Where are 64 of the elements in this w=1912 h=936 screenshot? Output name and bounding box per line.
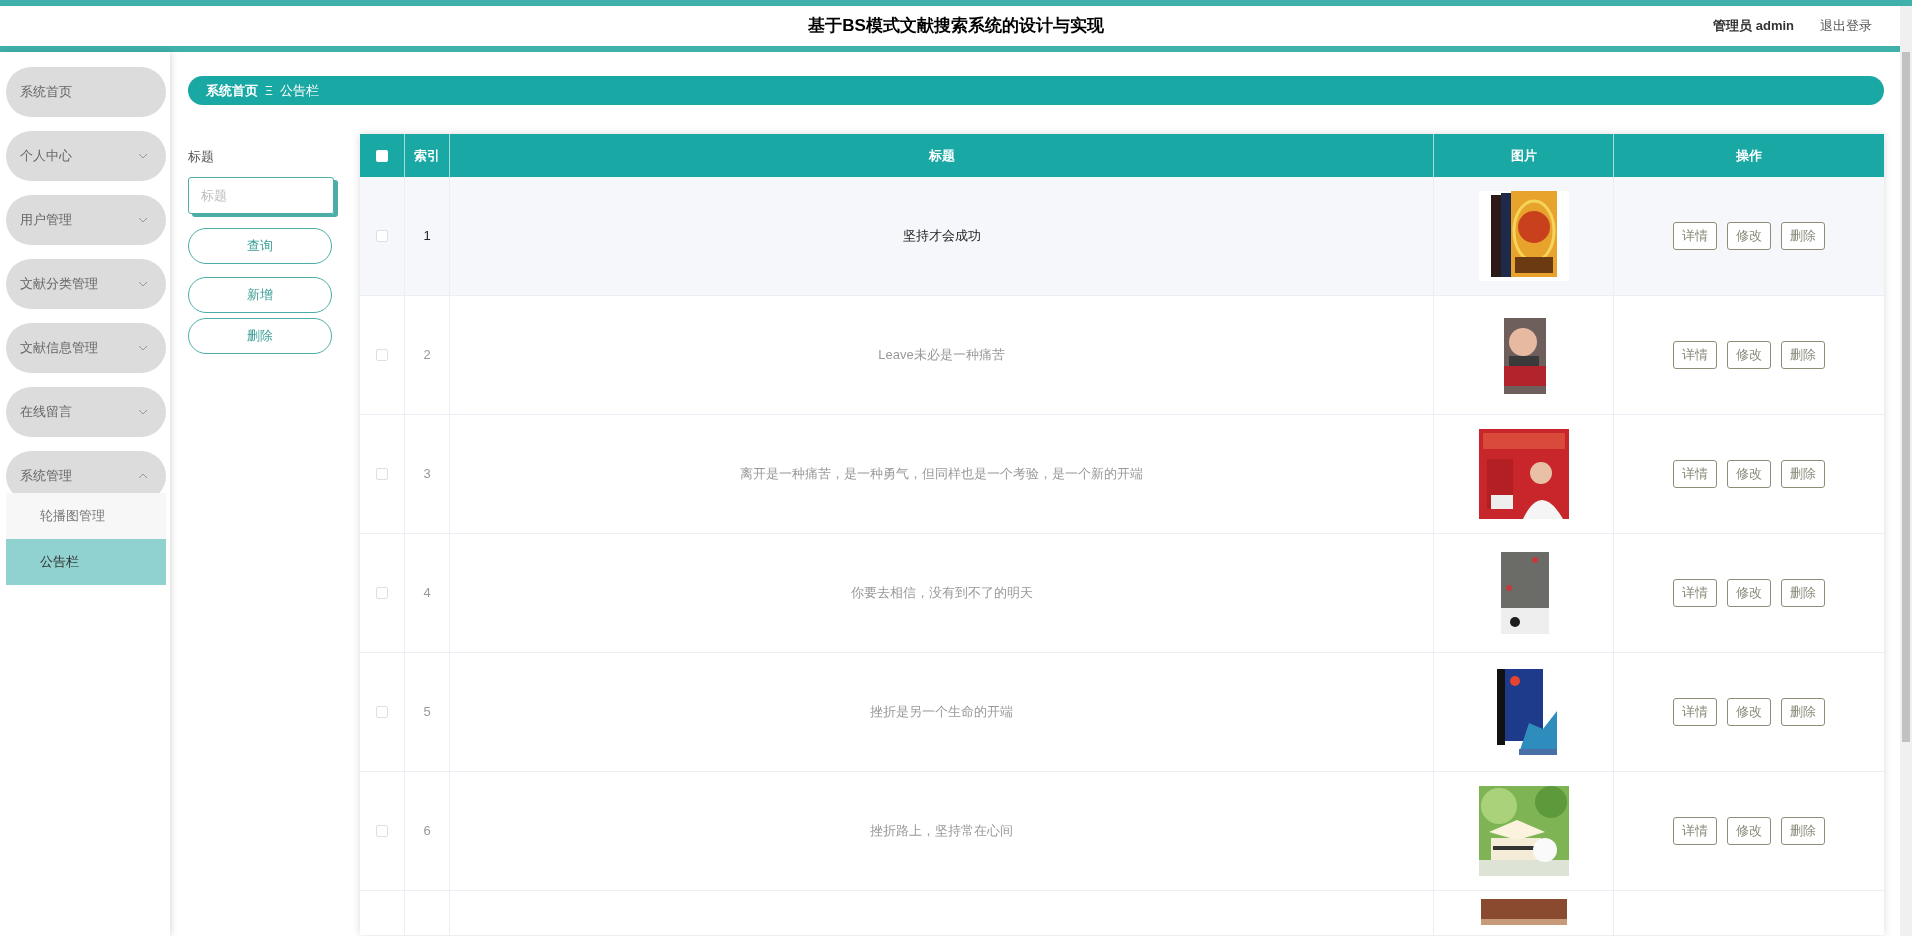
row-action-button[interactable]: 删除 <box>1781 222 1825 250</box>
page-title: 基于BS模式文献搜索系统的设计与实现 <box>808 15 1104 38</box>
row-action-button[interactable]: 修改 <box>1727 341 1771 369</box>
row-action-button[interactable]: 详情 <box>1673 698 1717 726</box>
logout-link[interactable]: 退出登录 <box>1820 16 1872 36</box>
sidebar-item[interactable]: 文献信息管理 <box>6 323 166 373</box>
submenu-item[interactable]: 轮播图管理 <box>6 493 166 539</box>
row-action-button[interactable]: 详情 <box>1673 579 1717 607</box>
row-action-button[interactable]: 删除 <box>1781 341 1825 369</box>
checkbox[interactable] <box>376 468 388 480</box>
row-action-button[interactable]: 详情 <box>1673 817 1717 845</box>
row-action-button[interactable]: 修改 <box>1727 817 1771 845</box>
submenu-item[interactable]: 公告栏 <box>6 539 166 585</box>
scrollbar-thumb[interactable] <box>1902 52 1910 742</box>
separator-icon: Ξ <box>265 81 273 100</box>
table-row[interactable]: 4 你要去相信，没有到不了的明天 详情 修改 删除 <box>360 534 1884 653</box>
table-cell-text: 1 <box>423 227 431 246</box>
row-action-button[interactable]: 删除 <box>1781 460 1825 488</box>
checkbox[interactable] <box>376 349 388 361</box>
table-cell-text: 4 <box>423 584 431 603</box>
breadcrumb-link[interactable]: 公告栏 <box>279 80 319 101</box>
table-cell-text: 6 <box>423 822 431 841</box>
user-label: 管理员 admin <box>1713 17 1794 36</box>
table-row[interactable]: 6 挫折路上，坚持常在心间 详情 修改 删除 <box>360 772 1884 891</box>
action-button[interactable]: 删除 <box>188 317 332 354</box>
row-action-button[interactable]: 详情 <box>1673 222 1717 250</box>
column-header[interactable]: 操作 <box>1614 134 1884 177</box>
row-action-button[interactable]: 详情 <box>1673 341 1717 369</box>
table-cell-text: 坚持才会成功 <box>902 227 981 246</box>
checkbox[interactable] <box>376 706 388 718</box>
checkbox[interactable] <box>376 149 388 162</box>
row-action-button[interactable]: 删除 <box>1781 817 1825 845</box>
table-row[interactable]: 1 坚持才会成功 详情 修改 删除 <box>360 177 1884 296</box>
table-cell-text: 2 <box>423 346 431 365</box>
table-cell-text: 3 <box>423 465 431 484</box>
checkbox[interactable] <box>376 230 388 242</box>
action-button[interactable]: 查询 <box>188 227 332 264</box>
chevron-down-icon <box>138 345 148 351</box>
row-action-button[interactable]: 修改 <box>1727 460 1771 488</box>
table-cell-text: 你要去相信，没有到不了的明天 <box>850 584 1033 603</box>
row-action-button[interactable]: 修改 <box>1727 579 1771 607</box>
sidebar-item[interactable]: 个人中心 <box>6 131 166 181</box>
row-action-button[interactable]: 修改 <box>1727 222 1771 250</box>
chevron-down-icon <box>138 217 148 223</box>
breadcrumb-link[interactable]: 系统首页 <box>206 80 258 101</box>
chevron-down-icon <box>138 409 148 415</box>
table-cell-text: 挫折路上，坚持常在心间 <box>870 822 1013 841</box>
field-label: 标题 <box>188 148 215 166</box>
row-action-button[interactable]: 删除 <box>1781 698 1825 726</box>
row-action-button[interactable]: 详情 <box>1673 460 1717 488</box>
sidebar-item[interactable]: 系统首页 <box>6 67 166 117</box>
sidebar-item[interactable]: 用户管理 <box>6 195 166 245</box>
chevron-down-icon <box>138 281 148 287</box>
scrollbar[interactable] <box>1900 6 1912 936</box>
sidebar-item[interactable]: 在线留言 <box>6 387 166 437</box>
row-action-button[interactable]: 修改 <box>1727 698 1771 726</box>
chevron-down-icon <box>138 153 148 159</box>
table-cell-text: 5 <box>423 703 431 722</box>
checkbox[interactable] <box>376 825 388 837</box>
chevron-up-icon <box>138 473 148 479</box>
action-button[interactable]: 新增 <box>188 276 332 313</box>
checkbox[interactable] <box>376 587 388 599</box>
row-action-button[interactable]: 删除 <box>1781 579 1825 607</box>
sidebar-item[interactable]: 文献分类管理 <box>6 259 166 309</box>
